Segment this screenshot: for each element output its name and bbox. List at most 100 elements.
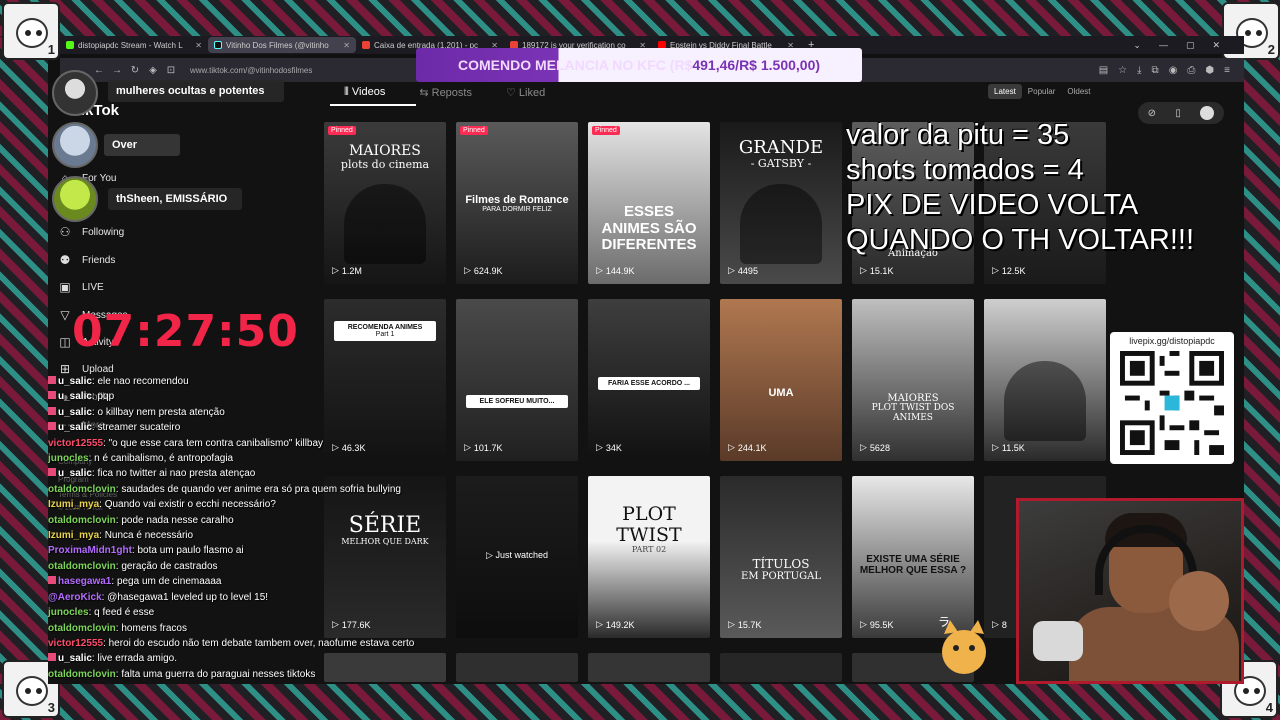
chat-message: ProximaMidn1ght: bota um paulo flasmo ai	[48, 545, 244, 557]
chat-username[interactable]: junocles	[48, 453, 89, 464]
chat-username[interactable]: otaldomclovin	[48, 515, 116, 526]
play-icon: ▷	[860, 265, 867, 275]
moderator-badge-icon	[48, 422, 56, 431]
chat-text: heroi do escudo não tem debate tambem ov…	[108, 637, 415, 649]
chat-username[interactable]: victor12555	[48, 438, 103, 449]
tab-liked[interactable]: ♡ Liked	[506, 86, 545, 99]
chat-text: o killbay nem presta atenção	[97, 406, 225, 418]
chat-message: junocles: q feed é esse	[48, 607, 155, 619]
back-icon[interactable]: ←	[90, 65, 108, 76]
video-card[interactable]	[720, 653, 842, 682]
video-title: GRANDE - GATSBY -	[738, 137, 824, 170]
video-card[interactable]: ▷ 11.5K	[984, 299, 1106, 461]
video-card[interactable]: PLOT TWIST PART 02 ▷ 149.2K	[588, 476, 710, 638]
chat-username[interactable]: victor12555	[48, 638, 103, 649]
tab-reposts[interactable]: ⇆ Reposts	[419, 86, 472, 99]
sort-oldest[interactable]: Oldest	[1061, 84, 1096, 99]
chat-username[interactable]: u_salic	[58, 653, 92, 664]
repost-icon: ⇆	[419, 87, 432, 99]
chat-username[interactable]: u_salic	[58, 376, 92, 387]
forward-icon[interactable]: →	[108, 65, 126, 76]
video-title: ESSES ANIMES SÃO DIFERENTES	[601, 203, 697, 253]
video-card[interactable]: ELE SOFREU MUITO... ▷ 101.7K	[456, 299, 578, 461]
video-title: FARIA ESSE ACORDO ...	[598, 377, 700, 390]
play-icon: ▷	[596, 442, 603, 452]
chat-username[interactable]: hasegawa1	[58, 576, 111, 587]
close-icon[interactable]: ✕	[195, 41, 202, 50]
chat-message: Izumi_mya: Quando vai existir o ecchi ne…	[48, 499, 276, 511]
chat-username[interactable]: u_salic	[58, 468, 92, 479]
live-icon: ▣	[59, 280, 71, 294]
play-icon: ▷	[596, 265, 603, 275]
chat-username[interactable]: junocles	[48, 607, 89, 618]
chat-message: junocles: n é canibalismo, é antropofagi…	[48, 453, 234, 465]
chat-username[interactable]: u_salic	[58, 391, 92, 402]
nav-live[interactable]: ▣ LIVE	[58, 280, 103, 294]
browser-toolbar: ▤ ☆ ⤓ ⧉ ◉ ⎙ ⬢ ≡	[1099, 65, 1244, 76]
video-card[interactable]: UMA ▷ 244.1K	[720, 299, 842, 461]
chat-username[interactable]: ProximaMidn1ght	[48, 545, 132, 556]
chat-text: Nunca é necessário	[104, 530, 194, 542]
corner-mascot-1: 1	[2, 2, 60, 60]
browser-tab-active[interactable]: Vitinho Dos Filmes (@vitinho ✕	[208, 37, 356, 53]
video-card[interactable]: TÍTULOS EM PORTUGAL ▷ 15.7K	[720, 476, 842, 638]
heart-icon: ♡	[505, 87, 519, 99]
reader-icon[interactable]: ▤	[1099, 65, 1108, 76]
phone-icon[interactable]: ▯	[1175, 108, 1181, 119]
moderator-badge-icon	[48, 376, 56, 384]
account-icon[interactable]: ◉	[1169, 65, 1178, 76]
chat-message: hasegawa1: pega um de cinemaaaa	[48, 574, 468, 589]
close-icon[interactable]: ✕	[343, 41, 350, 50]
chat-text: "o que esse cara tem contra canibalismo"…	[108, 437, 324, 449]
user-popup: Over	[104, 134, 180, 156]
avatar-icon[interactable]	[1200, 106, 1215, 120]
url-field[interactable]: www.tiktok.com/@vitinhodosfilmes	[190, 66, 312, 75]
chat-message: otaldomclovin: falta uma guerra do parag…	[48, 668, 316, 680]
chat-text: n é canibalismo, é antropofagia	[94, 453, 234, 465]
video-card[interactable]: Pinned MAIORES plots do cinema ▷ 1.2M	[324, 122, 446, 284]
nav-following[interactable]: ⚇ Following	[58, 225, 125, 239]
chat-username[interactable]: otaldomclovin	[48, 561, 116, 572]
video-card[interactable]: Pinned ESSES ANIMES SÃO DIFERENTES ▷ 144.…	[588, 122, 710, 284]
view-count: ▷ 624.9K	[464, 265, 503, 276]
video-card[interactable]: MAIORES PLOT TWIST DOS ANIMES ▷ 5628	[852, 299, 974, 461]
chat-username[interactable]: Izumi_mya	[48, 530, 99, 541]
chat-username[interactable]: otaldomclovin	[48, 484, 116, 495]
browser-tab[interactable]: distopiapdc Stream - Watch L ✕	[60, 37, 208, 53]
chat-username[interactable]: @AeroKick	[48, 592, 102, 603]
chat-message: u_salic: live errada amigo.	[48, 651, 468, 666]
nav-friends[interactable]: ⚉ Friends	[58, 253, 116, 267]
sort-popular[interactable]: Popular	[1022, 84, 1062, 99]
chat-username[interactable]: u_salic	[58, 407, 92, 418]
chat-username[interactable]: otaldomclovin	[48, 669, 116, 680]
stats-overlay: valor da pitu = 35 shots tomados = 4 PIX…	[846, 119, 1195, 256]
download-icon[interactable]: ⤓	[1137, 65, 1141, 76]
video-thumbnail	[344, 184, 426, 264]
chat-username[interactable]: u_salic	[58, 422, 92, 433]
chat-username[interactable]: otaldomclovin	[48, 623, 116, 634]
chat-message: otaldomclovin: pode nada nesse caralho	[48, 514, 234, 526]
extensions-icon[interactable]: ⧉	[1152, 65, 1159, 76]
video-card[interactable]: FARIA ESSE ACORDO ... ▷ 34K	[588, 299, 710, 461]
window-controls[interactable]: ⌄ — ▢ ✕	[1133, 40, 1244, 51]
compass-icon[interactable]: ⊘	[1148, 108, 1156, 119]
star-icon[interactable]: ☆	[1118, 65, 1127, 76]
video-card[interactable]: ▷ Just watched	[456, 476, 578, 638]
chat-text: pega um de cinemaaaa	[116, 576, 222, 588]
chat-text: q feed é esse	[94, 607, 155, 619]
screenshot-icon[interactable]: ⎙	[1187, 65, 1195, 76]
play-icon: ▷	[728, 619, 735, 629]
video-card[interactable]	[588, 653, 710, 682]
video-card[interactable]: GRANDE - GATSBY - ▷ 4495	[720, 122, 842, 284]
stream-timer: 07:27:50	[72, 306, 299, 357]
shield-icon[interactable]: ◈	[144, 65, 162, 76]
reload-icon[interactable]: ↻	[126, 65, 144, 76]
tab-videos[interactable]: ⦀ Videos	[344, 86, 385, 99]
menu-icon[interactable]: ≡	[1224, 65, 1230, 76]
video-card[interactable]: Pinned Filmes de Romance PARA DORMIR FELI…	[456, 122, 578, 284]
video-card[interactable]	[456, 653, 578, 682]
chat-text: streamer sucateiro	[97, 422, 181, 434]
ublock-icon[interactable]: ⬢	[1205, 65, 1214, 76]
chat-username[interactable]: Izumi_mya	[48, 499, 99, 510]
sort-latest[interactable]: Latest	[988, 84, 1022, 99]
